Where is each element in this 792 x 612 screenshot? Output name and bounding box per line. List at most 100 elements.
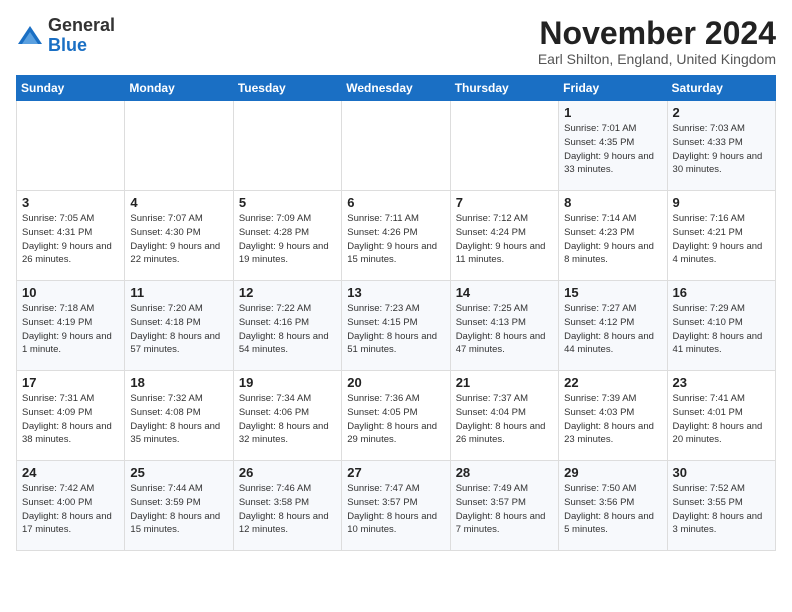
day-number: 17 xyxy=(22,375,119,390)
day-number: 29 xyxy=(564,465,661,480)
day-number: 21 xyxy=(456,375,553,390)
day-info: Sunrise: 7:07 AM Sunset: 4:30 PM Dayligh… xyxy=(130,212,227,267)
header-thursday: Thursday xyxy=(450,76,558,101)
calendar-cell: 7 Sunrise: 7:12 AM Sunset: 4:24 PM Daylig… xyxy=(450,191,558,281)
header-monday: Monday xyxy=(125,76,233,101)
day-number: 27 xyxy=(347,465,444,480)
calendar-week-3: 10 Sunrise: 7:18 AM Sunset: 4:19 PM Dayli… xyxy=(17,281,776,371)
day-info: Sunrise: 7:27 AM Sunset: 4:12 PM Dayligh… xyxy=(564,302,661,357)
day-number: 7 xyxy=(456,195,553,210)
day-info: Sunrise: 7:49 AM Sunset: 3:57 PM Dayligh… xyxy=(456,482,553,537)
calendar-cell: 29 Sunrise: 7:50 AM Sunset: 3:56 PM Dayli… xyxy=(559,461,667,551)
calendar-cell: 24 Sunrise: 7:42 AM Sunset: 4:00 PM Dayli… xyxy=(17,461,125,551)
calendar-cell: 5 Sunrise: 7:09 AM Sunset: 4:28 PM Daylig… xyxy=(233,191,341,281)
calendar-cell: 4 Sunrise: 7:07 AM Sunset: 4:30 PM Daylig… xyxy=(125,191,233,281)
day-info: Sunrise: 7:31 AM Sunset: 4:09 PM Dayligh… xyxy=(22,392,119,447)
calendar-cell: 9 Sunrise: 7:16 AM Sunset: 4:21 PM Daylig… xyxy=(667,191,775,281)
day-number: 20 xyxy=(347,375,444,390)
location: Earl Shilton, England, United Kingdom xyxy=(538,51,776,67)
day-info: Sunrise: 7:41 AM Sunset: 4:01 PM Dayligh… xyxy=(673,392,770,447)
header-tuesday: Tuesday xyxy=(233,76,341,101)
day-number: 6 xyxy=(347,195,444,210)
day-number: 3 xyxy=(22,195,119,210)
day-number: 16 xyxy=(673,285,770,300)
day-info: Sunrise: 7:03 AM Sunset: 4:33 PM Dayligh… xyxy=(673,122,770,177)
calendar-cell: 25Sunrise: 7:44 AM Sunset: 3:59 PM Dayli… xyxy=(125,461,233,551)
calendar-cell: 30 Sunrise: 7:52 AM Sunset: 3:55 PM Dayli… xyxy=(667,461,775,551)
day-number: 11 xyxy=(130,285,227,300)
calendar-cell: 28 Sunrise: 7:49 AM Sunset: 3:57 PM Dayli… xyxy=(450,461,558,551)
day-number: 9 xyxy=(673,195,770,210)
day-number: 26 xyxy=(239,465,336,480)
day-number: 10 xyxy=(22,285,119,300)
calendar-cell: 2 Sunrise: 7:03 AM Sunset: 4:33 PM Daylig… xyxy=(667,101,775,191)
calendar-cell xyxy=(17,101,125,191)
day-info: Sunrise: 7:01 AM Sunset: 4:35 PM Dayligh… xyxy=(564,122,661,177)
header-sunday: Sunday xyxy=(17,76,125,101)
title-block: November 2024 Earl Shilton, England, Uni… xyxy=(538,16,776,67)
day-info: Sunrise: 7:29 AM Sunset: 4:10 PM Dayligh… xyxy=(673,302,770,357)
day-info: Sunrise: 7:42 AM Sunset: 4:00 PM Dayligh… xyxy=(22,482,119,537)
calendar-cell: 1Sunrise: 7:01 AM Sunset: 4:35 PM Daylig… xyxy=(559,101,667,191)
calendar-cell: 20 Sunrise: 7:36 AM Sunset: 4:05 PM Dayli… xyxy=(342,371,450,461)
day-info: Sunrise: 7:34 AM Sunset: 4:06 PM Dayligh… xyxy=(239,392,336,447)
header-wednesday: Wednesday xyxy=(342,76,450,101)
calendar-header-row: SundayMondayTuesdayWednesdayThursdayFrid… xyxy=(17,76,776,101)
logo-icon xyxy=(16,22,44,50)
day-info: Sunrise: 7:47 AM Sunset: 3:57 PM Dayligh… xyxy=(347,482,444,537)
calendar-cell xyxy=(450,101,558,191)
calendar-cell: 14 Sunrise: 7:25 AM Sunset: 4:13 PM Dayli… xyxy=(450,281,558,371)
day-info: Sunrise: 7:09 AM Sunset: 4:28 PM Dayligh… xyxy=(239,212,336,267)
day-info: Sunrise: 7:16 AM Sunset: 4:21 PM Dayligh… xyxy=(673,212,770,267)
day-info: Sunrise: 7:20 AM Sunset: 4:18 PM Dayligh… xyxy=(130,302,227,357)
calendar-cell xyxy=(125,101,233,191)
page-header: General Blue November 2024 Earl Shilton,… xyxy=(16,16,776,67)
day-number: 14 xyxy=(456,285,553,300)
day-info: Sunrise: 7:18 AM Sunset: 4:19 PM Dayligh… xyxy=(22,302,119,357)
day-info: Sunrise: 7:14 AM Sunset: 4:23 PM Dayligh… xyxy=(564,212,661,267)
calendar-week-4: 17 Sunrise: 7:31 AM Sunset: 4:09 PM Dayli… xyxy=(17,371,776,461)
calendar-cell: 15 Sunrise: 7:27 AM Sunset: 4:12 PM Dayli… xyxy=(559,281,667,371)
day-number: 28 xyxy=(456,465,553,480)
calendar-cell: 10 Sunrise: 7:18 AM Sunset: 4:19 PM Dayli… xyxy=(17,281,125,371)
calendar-cell xyxy=(233,101,341,191)
day-info: Sunrise: 7:25 AM Sunset: 4:13 PM Dayligh… xyxy=(456,302,553,357)
logo: General Blue xyxy=(16,16,115,56)
day-info: Sunrise: 7:44 AM Sunset: 3:59 PM Dayligh… xyxy=(130,482,227,537)
day-info: Sunrise: 7:37 AM Sunset: 4:04 PM Dayligh… xyxy=(456,392,553,447)
calendar-week-1: 1Sunrise: 7:01 AM Sunset: 4:35 PM Daylig… xyxy=(17,101,776,191)
calendar-cell: 16 Sunrise: 7:29 AM Sunset: 4:10 PM Dayli… xyxy=(667,281,775,371)
day-info: Sunrise: 7:23 AM Sunset: 4:15 PM Dayligh… xyxy=(347,302,444,357)
day-info: Sunrise: 7:11 AM Sunset: 4:26 PM Dayligh… xyxy=(347,212,444,267)
day-number: 5 xyxy=(239,195,336,210)
day-info: Sunrise: 7:12 AM Sunset: 4:24 PM Dayligh… xyxy=(456,212,553,267)
calendar-cell: 12Sunrise: 7:22 AM Sunset: 4:16 PM Dayli… xyxy=(233,281,341,371)
header-saturday: Saturday xyxy=(667,76,775,101)
day-number: 4 xyxy=(130,195,227,210)
day-number: 30 xyxy=(673,465,770,480)
calendar-cell: 22Sunrise: 7:39 AM Sunset: 4:03 PM Dayli… xyxy=(559,371,667,461)
day-number: 24 xyxy=(22,465,119,480)
calendar-cell: 8 Sunrise: 7:14 AM Sunset: 4:23 PM Daylig… xyxy=(559,191,667,281)
calendar-cell: 13Sunrise: 7:23 AM Sunset: 4:15 PM Dayli… xyxy=(342,281,450,371)
header-friday: Friday xyxy=(559,76,667,101)
calendar-cell: 21 Sunrise: 7:37 AM Sunset: 4:04 PM Dayli… xyxy=(450,371,558,461)
day-number: 23 xyxy=(673,375,770,390)
calendar-cell: 11 Sunrise: 7:20 AM Sunset: 4:18 PM Dayli… xyxy=(125,281,233,371)
day-number: 15 xyxy=(564,285,661,300)
day-info: Sunrise: 7:50 AM Sunset: 3:56 PM Dayligh… xyxy=(564,482,661,537)
calendar-week-5: 24 Sunrise: 7:42 AM Sunset: 4:00 PM Dayli… xyxy=(17,461,776,551)
day-info: Sunrise: 7:52 AM Sunset: 3:55 PM Dayligh… xyxy=(673,482,770,537)
day-number: 19 xyxy=(239,375,336,390)
calendar-cell: 26 Sunrise: 7:46 AM Sunset: 3:58 PM Dayli… xyxy=(233,461,341,551)
logo-text: General Blue xyxy=(48,16,115,56)
day-info: Sunrise: 7:46 AM Sunset: 3:58 PM Dayligh… xyxy=(239,482,336,537)
calendar-cell: 19 Sunrise: 7:34 AM Sunset: 4:06 PM Dayli… xyxy=(233,371,341,461)
day-info: Sunrise: 7:05 AM Sunset: 4:31 PM Dayligh… xyxy=(22,212,119,267)
calendar-cell: 17 Sunrise: 7:31 AM Sunset: 4:09 PM Dayli… xyxy=(17,371,125,461)
day-number: 8 xyxy=(564,195,661,210)
day-number: 12 xyxy=(239,285,336,300)
day-number: 2 xyxy=(673,105,770,120)
day-info: Sunrise: 7:36 AM Sunset: 4:05 PM Dayligh… xyxy=(347,392,444,447)
day-info: Sunrise: 7:32 AM Sunset: 4:08 PM Dayligh… xyxy=(130,392,227,447)
